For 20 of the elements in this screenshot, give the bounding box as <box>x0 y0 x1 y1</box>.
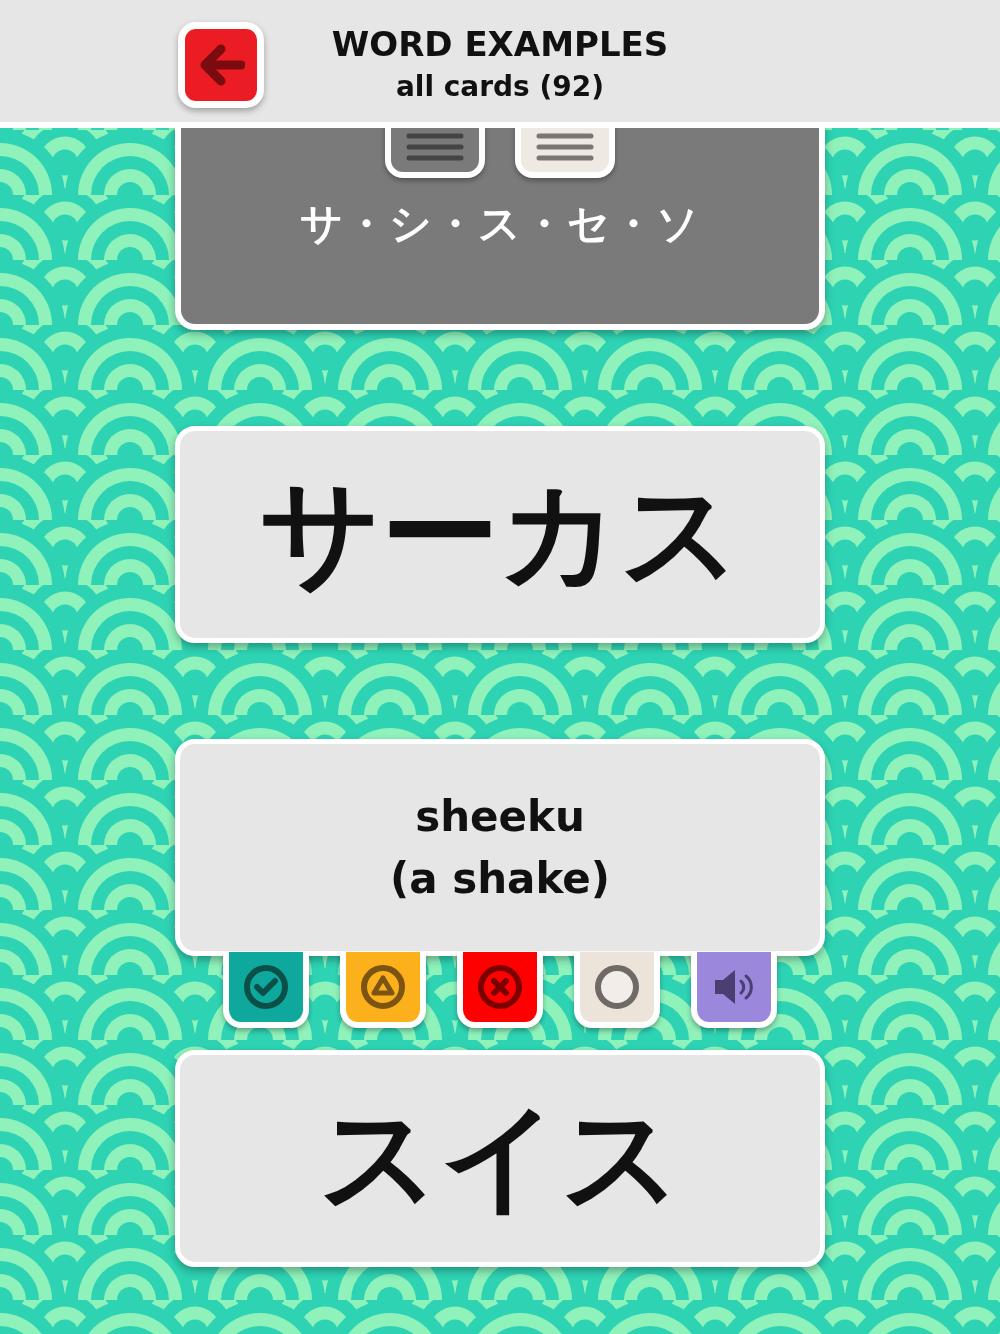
word-text: スイス <box>318 1086 682 1228</box>
screen-title: WORD EXAMPLES <box>331 24 669 64</box>
meaning-card[interactable]: sheeku (a shake) <box>175 739 825 956</box>
speaker-button[interactable] <box>691 952 777 1028</box>
circle-button[interactable] <box>574 952 660 1028</box>
meaning-text: sheeku (a shake) <box>390 790 610 905</box>
check-button[interactable] <box>223 952 309 1028</box>
cross-icon <box>477 964 523 1010</box>
check-icon <box>243 964 289 1010</box>
card-count: all cards (92) <box>395 70 605 103</box>
kana-row-text: サ・シ・ス・セ・ソ <box>299 198 701 250</box>
menu-icon <box>406 133 464 161</box>
word-card[interactable]: スイス <box>175 1050 825 1267</box>
cross-button[interactable] <box>457 952 543 1028</box>
circle-icon <box>594 964 640 1010</box>
word-card[interactable]: サーカス <box>175 426 825 643</box>
menu-icon <box>536 133 594 161</box>
triangle-button[interactable] <box>340 952 426 1028</box>
back-button[interactable] <box>178 22 264 108</box>
word-text: サーカス <box>259 462 741 604</box>
